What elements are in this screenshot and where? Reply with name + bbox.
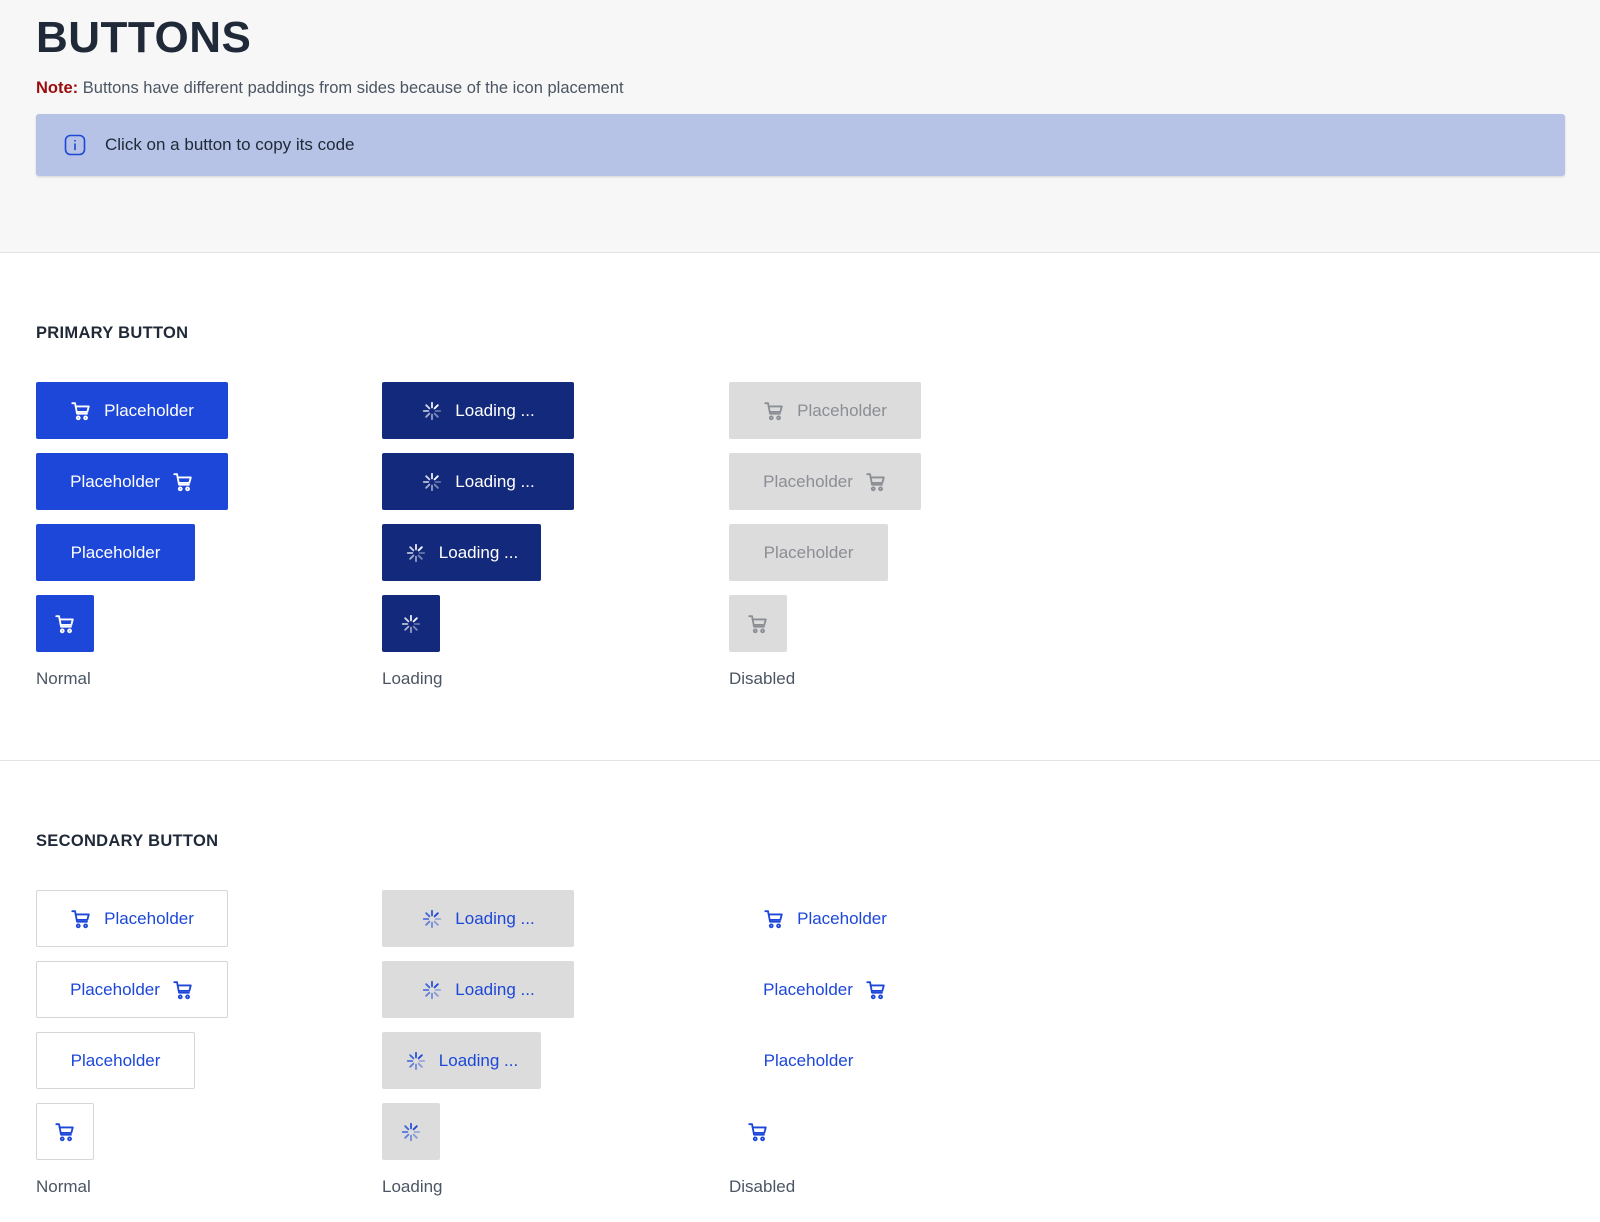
button-label: Placeholder — [70, 1050, 161, 1070]
button-label: Placeholder — [763, 979, 853, 999]
normal-column-label: Normal — [36, 1177, 91, 1196]
cart-icon — [763, 908, 785, 930]
button-label: Placeholder — [763, 1050, 854, 1070]
button-label: Placeholder — [763, 471, 853, 491]
spinner-icon — [400, 1121, 422, 1143]
secondary-disabled-icon-only-button — [729, 1103, 787, 1160]
button-label: Loading ... — [455, 908, 535, 928]
cart-icon — [747, 613, 769, 635]
cart-icon — [70, 400, 92, 422]
primary-loading-text-button[interactable]: Loading ... — [382, 524, 541, 581]
primary-disabled-icon-left-button: Placeholder — [729, 382, 921, 439]
secondary-loading-icon-only-button[interactable] — [382, 1103, 440, 1160]
primary-loading-icon-only-button[interactable] — [382, 595, 440, 652]
spinner-icon — [400, 613, 422, 635]
primary-section-title: PRIMARY BUTTON — [36, 324, 189, 342]
spinner-icon — [421, 979, 443, 1001]
disabled-column-label: Disabled — [729, 1177, 796, 1196]
info-banner: Click on a button to copy its code — [36, 114, 1565, 176]
loading-column-label: Loading — [382, 669, 443, 688]
note: Note: Buttons have different paddings fr… — [36, 78, 1564, 98]
secondary-section: SECONDARY BUTTON Placeholder Placeholder… — [0, 761, 1600, 1221]
secondary-normal-icon-left-button[interactable]: Placeholder — [36, 890, 228, 947]
cart-icon — [54, 613, 76, 635]
button-label: Placeholder — [797, 908, 887, 928]
spinner-icon — [421, 908, 443, 930]
cart-icon — [54, 1121, 76, 1143]
cart-icon — [763, 400, 785, 422]
cart-icon — [172, 979, 194, 1001]
button-label: Loading ... — [438, 542, 519, 562]
cart-icon — [70, 908, 92, 930]
disabled-column-label: Disabled — [729, 669, 796, 688]
secondary-normal-text-button[interactable]: Placeholder — [36, 1032, 195, 1089]
button-label: Placeholder — [797, 400, 887, 420]
spinner-icon — [405, 1050, 427, 1072]
button-label: Placeholder — [763, 542, 854, 562]
spinner-icon — [405, 542, 427, 564]
primary-normal-icon-right-button[interactable]: Placeholder — [36, 453, 228, 510]
button-label: Loading ... — [455, 471, 535, 491]
secondary-disabled-text-button: Placeholder — [729, 1032, 888, 1089]
secondary-loading-icon-left-button[interactable]: Loading ... — [382, 890, 574, 947]
button-label: Loading ... — [455, 400, 535, 420]
secondary-section-title: SECONDARY BUTTON — [36, 832, 219, 850]
primary-disabled-icon-right-button: Placeholder — [729, 453, 921, 510]
primary-normal-text-button[interactable]: Placeholder — [36, 524, 195, 581]
secondary-normal-icon-right-button[interactable]: Placeholder — [36, 961, 228, 1018]
button-label: Placeholder — [70, 471, 160, 491]
primary-disabled-text-button: Placeholder — [729, 524, 888, 581]
info-text: Click on a button to copy its code — [105, 135, 355, 154]
primary-disabled-icon-only-button — [729, 595, 787, 652]
button-label: Placeholder — [104, 908, 194, 928]
page-header: BUTTONS Note: Buttons have different pad… — [0, 0, 1600, 253]
secondary-loading-icon-right-button[interactable]: Loading ... — [382, 961, 574, 1018]
button-label: Placeholder — [70, 979, 160, 999]
spinner-icon — [421, 400, 443, 422]
loading-column-label: Loading — [382, 1177, 443, 1196]
page-title: BUTTONS — [36, 13, 252, 62]
normal-column-label: Normal — [36, 669, 91, 688]
secondary-loading-text-button[interactable]: Loading ... — [382, 1032, 541, 1089]
button-label: Loading ... — [438, 1050, 519, 1070]
secondary-disabled-icon-right-button: Placeholder — [729, 961, 921, 1018]
secondary-normal-icon-only-button[interactable] — [36, 1103, 94, 1160]
primary-normal-icon-left-button[interactable]: Placeholder — [36, 382, 228, 439]
cart-icon — [865, 471, 887, 493]
button-label: Placeholder — [70, 542, 161, 562]
primary-section: PRIMARY BUTTON Placeholder Placeholder P… — [0, 253, 1600, 761]
button-label: Loading ... — [455, 979, 535, 999]
primary-loading-icon-right-button[interactable]: Loading ... — [382, 453, 574, 510]
note-label: Note: — [36, 79, 79, 97]
primary-loading-icon-left-button[interactable]: Loading ... — [382, 382, 574, 439]
cart-icon — [747, 1121, 769, 1143]
cart-icon — [172, 471, 194, 493]
cart-icon — [865, 979, 887, 1001]
info-icon — [64, 134, 86, 156]
note-text: Buttons have different paddings from sid… — [78, 79, 624, 97]
primary-normal-icon-only-button[interactable] — [36, 595, 94, 652]
button-label: Placeholder — [104, 400, 194, 420]
secondary-disabled-icon-left-button: Placeholder — [729, 890, 921, 947]
spinner-icon — [421, 471, 443, 493]
